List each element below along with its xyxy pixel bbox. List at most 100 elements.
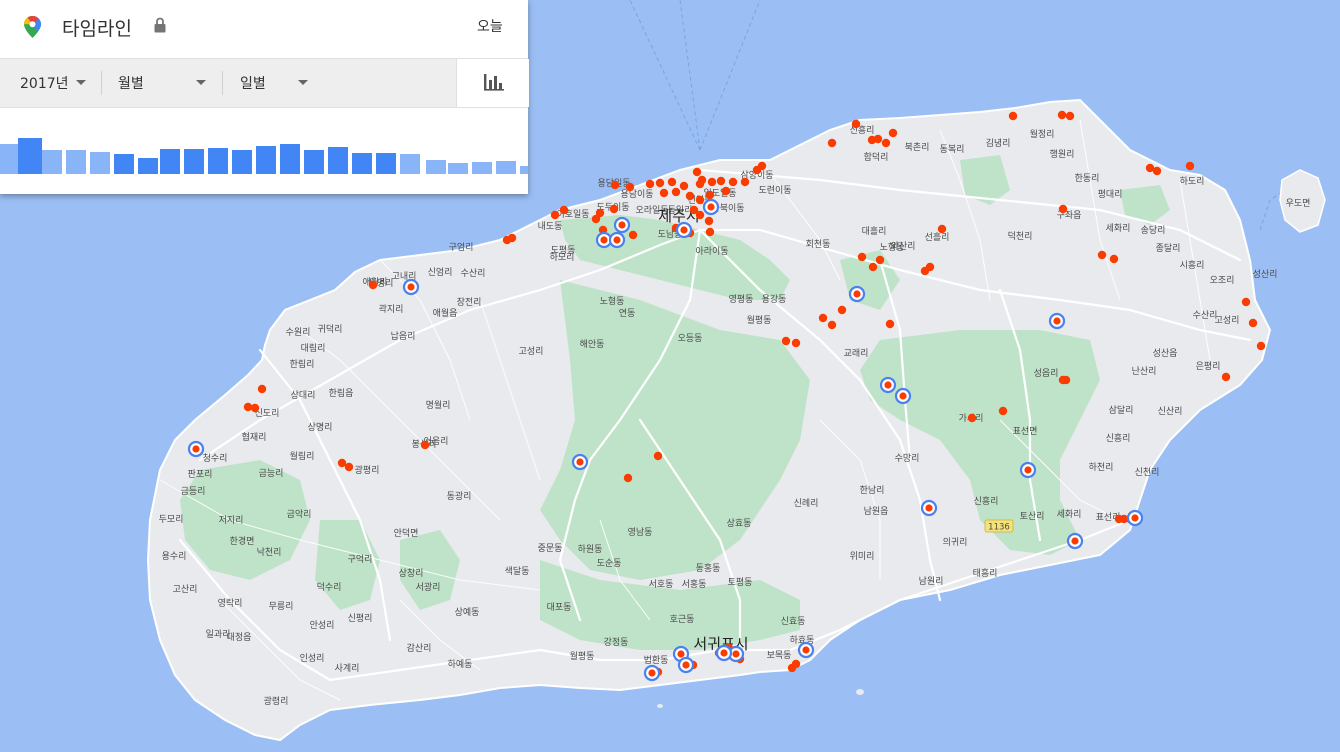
visit-point[interactable] [623, 473, 633, 483]
histogram-bar[interactable] [256, 146, 276, 174]
visit-point[interactable] [610, 180, 620, 190]
histogram-bar[interactable] [138, 158, 158, 174]
visit-point[interactable] [1057, 110, 1067, 120]
visit-point[interactable] [671, 187, 681, 197]
histogram-bar[interactable] [496, 161, 516, 174]
visit-point[interactable] [559, 205, 569, 215]
histogram-bar[interactable] [400, 154, 420, 174]
visit-point[interactable] [781, 336, 791, 346]
visit-point[interactable] [250, 403, 260, 413]
month-select[interactable]: 월별 [118, 59, 218, 107]
visit-point[interactable] [875, 255, 885, 265]
visit-point[interactable] [591, 214, 601, 224]
visit-point[interactable] [628, 230, 638, 240]
visit-point[interactable] [827, 320, 837, 330]
visit-point[interactable] [705, 227, 715, 237]
visit-point[interactable] [1058, 375, 1068, 385]
histogram-bar[interactable] [42, 150, 62, 174]
day-select[interactable]: 일별 [240, 59, 320, 107]
visit-point[interactable] [685, 191, 695, 201]
histogram-bar[interactable] [376, 153, 396, 174]
histogram-bar[interactable] [280, 144, 300, 174]
histogram-bar[interactable] [90, 152, 110, 174]
visit-point[interactable] [344, 462, 354, 472]
visit-point[interactable] [695, 195, 705, 205]
visit-point[interactable] [707, 177, 717, 187]
histogram-bar[interactable] [328, 147, 348, 174]
visit-point[interactable] [851, 119, 861, 129]
visit-point[interactable] [857, 252, 867, 262]
visit-point[interactable] [653, 451, 663, 461]
visit-point[interactable] [885, 319, 895, 329]
visit-point[interactable] [716, 176, 726, 186]
place-label: 서광리 [416, 581, 441, 593]
histogram-bar[interactable] [472, 162, 492, 174]
histogram-bar[interactable] [208, 148, 228, 174]
visit-point[interactable] [998, 406, 1008, 416]
visit-point[interactable] [704, 216, 714, 226]
chart-toggle-button[interactable] [456, 59, 529, 107]
visit-point[interactable] [368, 280, 378, 290]
visit-point[interactable] [1241, 297, 1251, 307]
visit-point[interactable] [502, 235, 512, 245]
histogram-bar[interactable] [160, 149, 180, 174]
activity-histogram[interactable] [0, 120, 528, 176]
visit-point[interactable] [550, 210, 560, 220]
histogram-bar[interactable] [66, 150, 86, 174]
visit-point[interactable] [667, 177, 677, 187]
visit-point[interactable] [1248, 318, 1258, 328]
visit-point[interactable] [721, 186, 731, 196]
visit-point[interactable] [692, 167, 702, 177]
visit-point[interactable] [868, 262, 878, 272]
visit-point[interactable] [1065, 111, 1075, 121]
visit-point[interactable] [967, 413, 977, 423]
visit-point[interactable] [1008, 111, 1018, 121]
visit-point[interactable] [837, 305, 847, 315]
visit-point[interactable] [1256, 341, 1266, 351]
visit-point[interactable] [827, 138, 837, 148]
visit-point[interactable] [881, 138, 891, 148]
visit-point[interactable] [873, 134, 883, 144]
visit-point[interactable] [659, 188, 669, 198]
year-select[interactable]: 2017년 [20, 59, 100, 107]
today-button[interactable]: 오늘 [477, 16, 503, 36]
visit-point[interactable] [609, 204, 619, 214]
visit-point[interactable] [1152, 166, 1162, 176]
place-label: 난산리 [1132, 366, 1157, 377]
visit-point[interactable] [728, 177, 738, 187]
visit-point[interactable] [888, 128, 898, 138]
visit-point[interactable] [791, 659, 801, 669]
visit-point[interactable] [757, 161, 767, 171]
visit-point[interactable] [925, 262, 935, 272]
visit-point[interactable] [655, 178, 665, 188]
visit-point[interactable] [1058, 204, 1068, 214]
histogram-bar[interactable] [232, 150, 252, 174]
visit-point[interactable] [625, 182, 635, 192]
histogram-bar[interactable] [352, 153, 372, 174]
place-label: 신효동 [781, 616, 806, 627]
histogram-bar[interactable] [114, 154, 134, 174]
visit-point[interactable] [1097, 250, 1107, 260]
visit-point[interactable] [1221, 372, 1231, 382]
visit-point[interactable] [818, 313, 828, 323]
histogram-bar[interactable] [448, 163, 468, 174]
visit-point[interactable] [420, 440, 430, 450]
visit-point[interactable] [705, 190, 715, 200]
visit-point[interactable] [740, 177, 750, 187]
histogram-bar[interactable] [520, 166, 528, 174]
visit-point[interactable] [1185, 161, 1195, 171]
visit-point[interactable] [791, 338, 801, 348]
visit-point[interactable] [697, 175, 707, 185]
visit-point[interactable] [257, 384, 267, 394]
visit-point[interactable] [695, 210, 705, 220]
histogram-bar[interactable] [426, 160, 446, 174]
histogram-bar[interactable] [18, 138, 42, 174]
visit-point[interactable] [645, 179, 655, 189]
place-label: 위미리 [850, 551, 875, 562]
visit-point[interactable] [937, 224, 947, 234]
visit-point[interactable] [1109, 254, 1119, 264]
histogram-bar[interactable] [184, 149, 204, 174]
place-label: 곽지리 [379, 303, 404, 315]
histogram-bar[interactable] [304, 150, 324, 174]
visit-point[interactable] [679, 181, 689, 191]
